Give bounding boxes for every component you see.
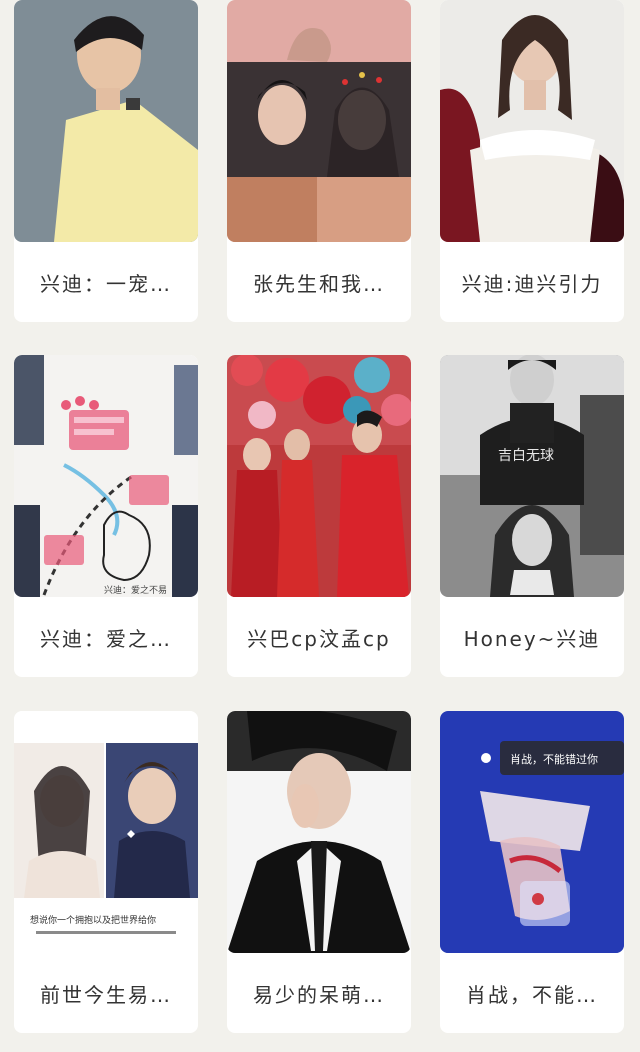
cover-image-2 — [227, 0, 411, 242]
cover-image-6: 吉白无球 — [440, 355, 624, 597]
cover-image-8 — [227, 711, 411, 953]
cover-caption-9: 肖战，不能错过你 — [510, 752, 598, 766]
story-card-2[interactable]: 张先生和我… — [227, 0, 411, 322]
story-title-4: 兴迪：爱之… — [40, 626, 172, 651]
cover-image-7: 想说你一个拥抱以及把世界给你 — [14, 711, 198, 953]
story-card-1[interactable]: 兴迪：一宠… — [14, 0, 198, 322]
story-title-1: 兴迪：一宠… — [40, 271, 172, 296]
story-title-3: 兴迪:迪兴引力 — [461, 271, 603, 296]
story-card-7[interactable]: 想说你一个拥抱以及把世界给你 前世今生易… — [14, 711, 198, 1033]
story-cover-8 — [227, 711, 411, 953]
story-cover-5 — [227, 355, 411, 597]
story-title-7: 前世今生易… — [40, 982, 172, 1007]
story-title-8: 易少的呆萌… — [253, 982, 385, 1007]
story-title-9: 肖战，不能… — [466, 982, 598, 1007]
story-cover-3 — [440, 0, 624, 242]
story-card-9[interactable]: 肖战，不能错过你 肖战，不能… — [440, 711, 624, 1033]
story-cover-9: 肖战，不能错过你 — [440, 711, 624, 953]
cover-image-3 — [440, 0, 624, 242]
story-title-5: 兴巴cp汶孟cp — [247, 626, 391, 651]
cover-image-1 — [14, 0, 198, 242]
cover-image-5 — [227, 355, 411, 597]
story-cover-6: 吉白无球 — [440, 355, 624, 597]
story-title-6: Honey~兴迪 — [463, 626, 601, 651]
story-card-6[interactable]: 吉白无球 Honey~兴迪 — [440, 355, 624, 677]
cover-caption-7: 想说你一个拥抱以及把世界给你 — [30, 914, 156, 926]
story-card-4[interactable]: 兴迪：爱之不易 兴迪：爱之… — [14, 355, 198, 677]
cover-image-4: 兴迪：爱之不易 — [14, 355, 198, 597]
cover-image-9: 肖战，不能错过你 — [440, 711, 624, 953]
story-cover-4: 兴迪：爱之不易 — [14, 355, 198, 597]
cover-caption-6: 吉白无球 — [498, 448, 554, 464]
story-title-2: 张先生和我… — [253, 271, 385, 296]
story-cover-7: 想说你一个拥抱以及把世界给你 — [14, 711, 198, 953]
story-cover-1 — [14, 0, 198, 242]
story-card-3[interactable]: 兴迪:迪兴引力 — [440, 0, 624, 322]
story-cover-2 — [227, 0, 411, 242]
story-grid: 兴迪：一宠… 张先生和我… 兴迪:迪兴引力 兴迪：爱之不易 兴迪：爱之… 兴巴c… — [0, 0, 640, 1052]
cover-caption-4: 兴迪：爱之不易 — [104, 584, 167, 596]
story-card-8[interactable]: 易少的呆萌… — [227, 711, 411, 1033]
story-card-5[interactable]: 兴巴cp汶孟cp — [227, 355, 411, 677]
